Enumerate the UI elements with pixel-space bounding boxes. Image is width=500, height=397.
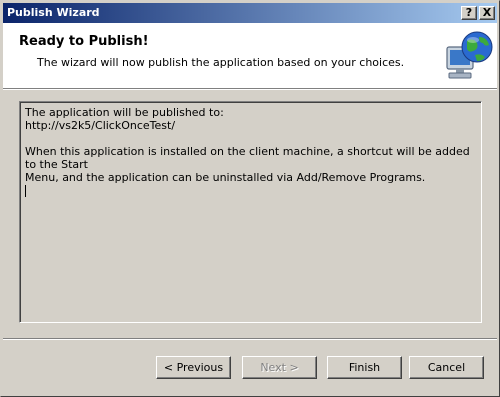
- help-button[interactable]: ?: [461, 6, 477, 20]
- summary-line: When this application is installed on th…: [25, 145, 470, 171]
- close-icon: X: [482, 6, 492, 19]
- next-button[interactable]: Next >: [242, 356, 317, 379]
- publish-summary-text[interactable]: The application will be published to: ht…: [19, 101, 482, 323]
- page-subtitle: The wizard will now publish the applicat…: [37, 56, 405, 69]
- publish-globe-computer-icon: [446, 31, 493, 79]
- summary-line: The application will be published to:: [25, 106, 224, 119]
- window-title: Publish Wizard: [7, 6, 100, 19]
- finish-button[interactable]: Finish: [327, 356, 402, 379]
- title-bar[interactable]: Publish Wizard ? X: [3, 3, 497, 23]
- summary-line: Menu, and the application can be uninsta…: [25, 171, 426, 184]
- page-title: Ready to Publish!: [19, 34, 149, 49]
- header-divider: [3, 88, 497, 90]
- publish-location: http://vs2k5/ClickOnceTest/: [25, 119, 176, 132]
- close-button[interactable]: X: [479, 6, 495, 20]
- help-icon: ?: [465, 6, 473, 19]
- text-caret: [25, 185, 26, 197]
- footer-divider: [3, 338, 497, 340]
- cancel-button[interactable]: Cancel: [409, 356, 484, 379]
- wizard-header: Ready to Publish! The wizard will now pu…: [3, 23, 497, 88]
- publish-wizard-window: Publish Wizard ? X Ready to Publish! The…: [0, 0, 500, 397]
- previous-button[interactable]: < Previous: [156, 356, 231, 379]
